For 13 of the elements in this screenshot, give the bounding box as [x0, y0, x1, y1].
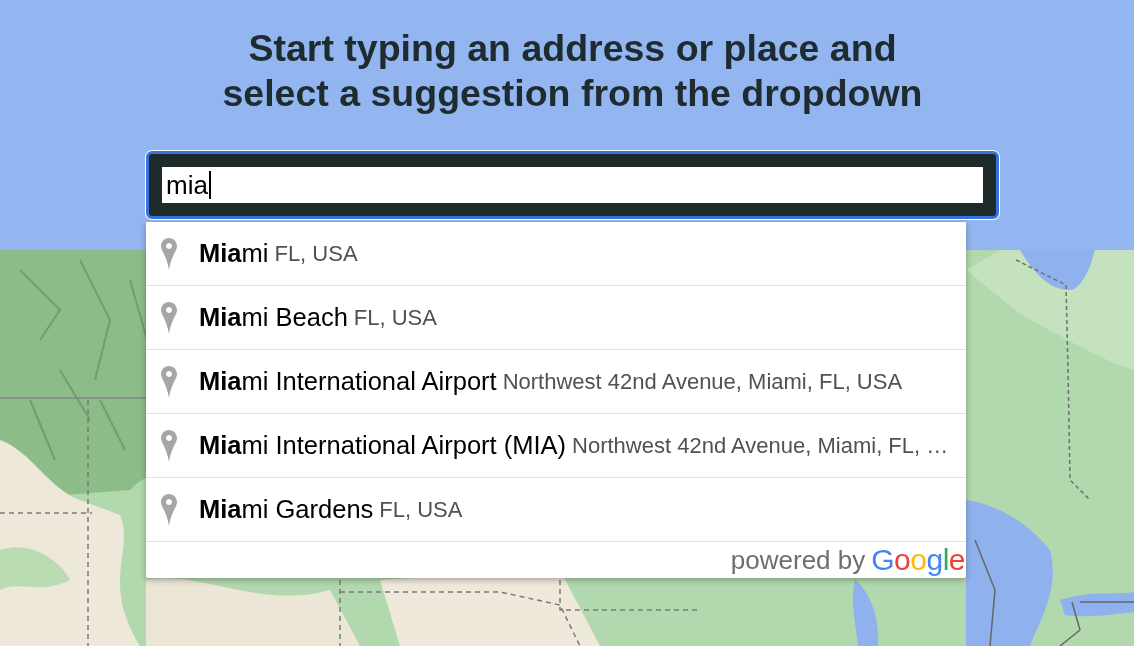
place-address: Northwest 42nd Avenue, Miami, FL, USA	[502, 368, 903, 395]
place-name: Miami	[199, 239, 269, 268]
place-name: Miami International Airport	[199, 367, 497, 396]
place-name: Miami International Airport (MIA)	[199, 431, 567, 460]
place-name: Miami Beach	[199, 303, 348, 332]
wordmark-logo: Google	[871, 543, 965, 577]
page-heading: Start typing an address or place and select a suggestion from the dropdown	[221, 26, 924, 116]
place-name: Miami Gardens	[199, 495, 374, 524]
place-address: Northwest 42nd Avenue, Miami, FL, …	[572, 432, 949, 459]
place-address: FL, USA	[353, 304, 437, 331]
place-address: FL, USA	[274, 240, 358, 267]
attribution-text: powered by	[730, 544, 866, 576]
place-address: FL, USA	[379, 496, 463, 523]
